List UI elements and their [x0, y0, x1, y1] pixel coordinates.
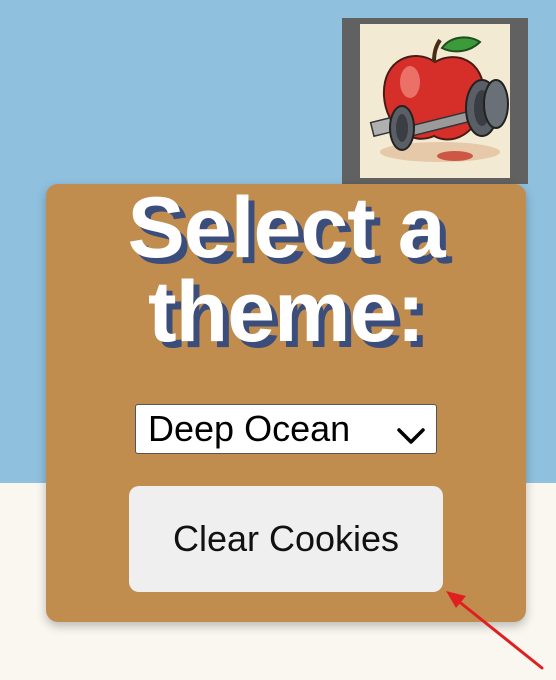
- red-arrow-icon: [446, 591, 544, 670]
